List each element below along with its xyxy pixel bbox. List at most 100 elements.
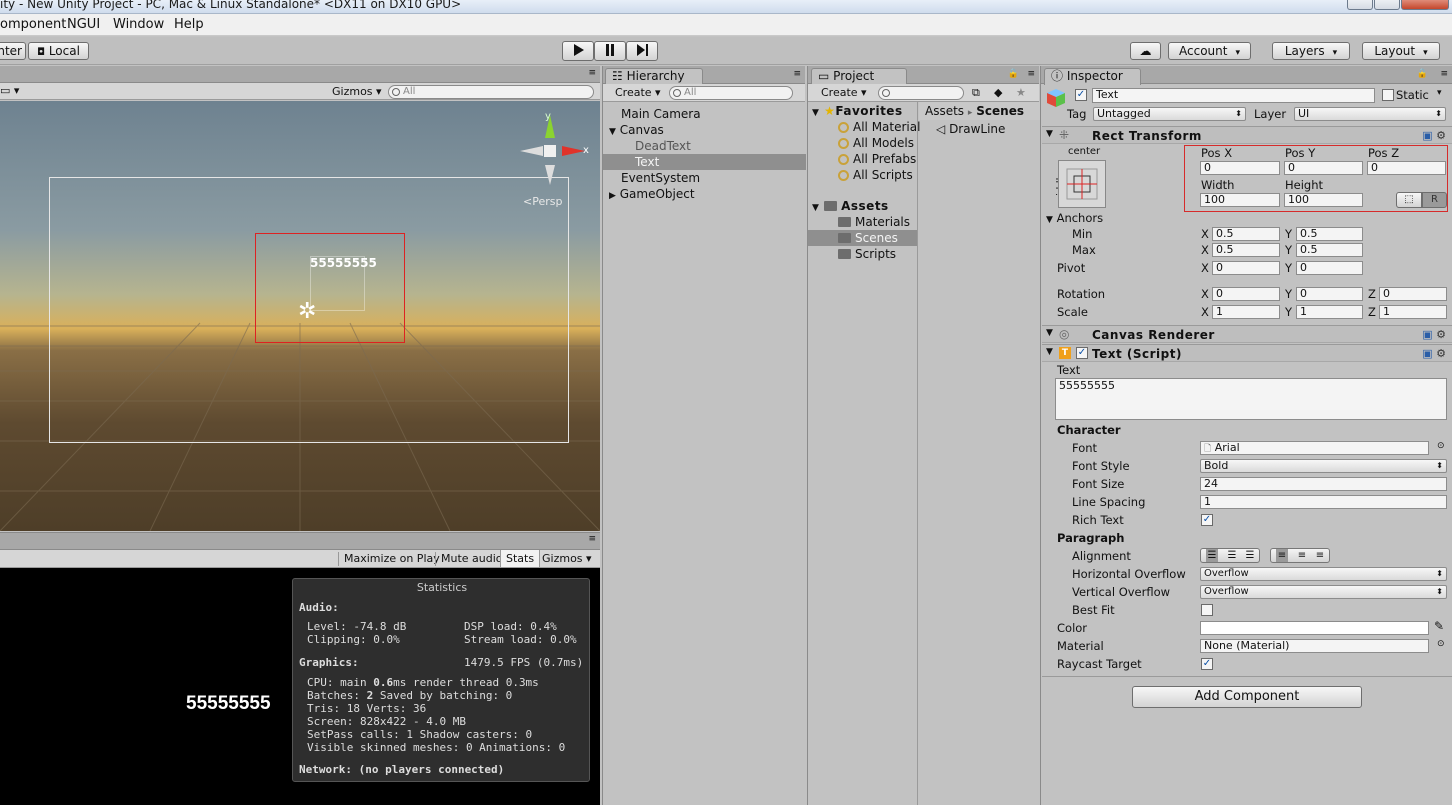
pos-y-input[interactable]: 0	[1284, 161, 1363, 175]
hierarchy-item-text-selected[interactable]: Text	[603, 154, 806, 170]
anchor-max-x-input[interactable]: 0.5	[1212, 243, 1280, 257]
pivot-handle-icon[interactable]: ✲	[298, 299, 316, 324]
component-help-settings-icons[interactable]: ▣ ⚙	[1422, 129, 1446, 142]
font-object-field[interactable]: 🗋 Arial	[1200, 441, 1429, 455]
align-right-icon[interactable]: ☰	[1246, 549, 1255, 562]
help-book-icon[interactable]: ▣	[1422, 129, 1432, 142]
account-dropdown[interactable]: Account	[1168, 42, 1251, 60]
scale-z-input[interactable]: 1	[1379, 305, 1447, 319]
object-picker-icon[interactable]: ⊙	[1437, 639, 1445, 649]
stats-toggle[interactable]: Stats	[500, 550, 541, 567]
scene-viewport[interactable]: 55555555 ✲ y x <Persp	[0, 101, 600, 531]
panel-menu-icon[interactable]: ≡	[588, 534, 596, 544]
favorite-star-icon[interactable]: ★	[1016, 86, 1026, 100]
lock-icon[interactable]: 🔒	[1008, 69, 1019, 79]
persp-label[interactable]: <Persp	[523, 195, 562, 208]
tab-hierarchy[interactable]: ☷ Hierarchy	[605, 68, 703, 85]
font-size-input[interactable]: 24	[1200, 477, 1447, 491]
static-dropdown-arrow[interactable]: ▾	[1437, 88, 1442, 98]
menu-help[interactable]: Help	[174, 17, 204, 32]
font-style-dropdown[interactable]: Bold ⬍	[1200, 459, 1447, 473]
hierarchy-item-eventsystem[interactable]: EventSystem	[603, 170, 806, 186]
align-center-icon[interactable]: ☰	[1228, 549, 1237, 562]
close-button[interactable]	[1401, 0, 1449, 10]
hierarchy-item-main-camera[interactable]: Main Camera	[603, 106, 806, 122]
fav-all-scripts[interactable]: All Scripts	[808, 167, 917, 183]
help-book-icon[interactable]: ▣	[1422, 328, 1432, 341]
layer-dropdown[interactable]: UI ⬍	[1294, 107, 1446, 121]
game-gizmos-dropdown[interactable]: Gizmos ▾	[542, 552, 592, 566]
add-component-button[interactable]: Add Component	[1132, 686, 1362, 708]
fav-all-prefabs[interactable]: All Prefabs	[808, 151, 917, 167]
folder-scripts[interactable]: Scripts	[808, 246, 917, 262]
align-top-icon[interactable]: ≡	[1275, 549, 1289, 562]
project-create-dropdown[interactable]: Create ▾	[821, 86, 867, 100]
expand-arrow-icon[interactable]: ▼	[609, 127, 616, 137]
filter-label-icon[interactable]: ◆	[994, 86, 1002, 100]
panel-menu-icon[interactable]: ≡	[793, 69, 801, 79]
blueprint-mode-button[interactable]: ⬚	[1396, 192, 1422, 208]
fav-all-materials[interactable]: All Material	[808, 119, 920, 135]
gear-icon[interactable]: ⚙	[1436, 129, 1446, 142]
expand-arrow-icon[interactable]: ▼	[812, 108, 819, 118]
text-content-textarea[interactable]: 55555555	[1055, 378, 1447, 420]
material-object-field[interactable]: None (Material)	[1200, 639, 1429, 653]
menu-ngui[interactable]: NGUI	[67, 17, 100, 32]
folder-materials[interactable]: Materials	[808, 214, 917, 230]
anchors-foldout[interactable]: ▼ Anchors	[1046, 211, 1103, 225]
filter-type-icon[interactable]: ⧉	[972, 86, 980, 100]
expand-arrow-icon[interactable]: ▼	[1046, 215, 1053, 225]
tab-inspector[interactable]: ⓘ Inspector	[1044, 68, 1141, 85]
assets-section[interactable]: ▼ Assets	[808, 198, 917, 214]
hierarchy-search-input[interactable]: All	[669, 86, 793, 100]
breadcrumb-assets[interactable]: Assets	[925, 104, 964, 118]
object-picker-icon[interactable]: ⊙	[1437, 441, 1445, 451]
component-help-settings-icons[interactable]: ▣ ⚙	[1422, 347, 1446, 360]
hierarchy-item-deadtext[interactable]: DeadText	[603, 138, 806, 154]
pause-button[interactable]	[594, 41, 626, 61]
canvas-renderer-header[interactable]: ▼ ◎ Canvas Renderer ▣ ⚙	[1042, 325, 1452, 343]
anchor-max-y-input[interactable]: 0.5	[1296, 243, 1363, 257]
gizmos-dropdown[interactable]: Gizmos ▾	[332, 85, 382, 99]
text-script-header[interactable]: ▼ T ✓ Text (Script) ▣ ⚙	[1042, 344, 1452, 362]
panel-menu-icon[interactable]: ≡	[588, 68, 596, 78]
maximize-button[interactable]	[1374, 0, 1400, 10]
horizontal-overflow-dropdown[interactable]: Overflow ⬍	[1200, 567, 1447, 581]
breadcrumb-scenes[interactable]: Scenes	[976, 104, 1024, 118]
raycast-target-checkbox[interactable]: ✓	[1201, 658, 1213, 670]
panel-menu-icon[interactable]: ≡	[1027, 69, 1035, 79]
layers-dropdown[interactable]: Layers	[1272, 42, 1350, 60]
fav-all-models[interactable]: All Models	[808, 135, 917, 151]
lock-icon[interactable]: 🔒	[1417, 69, 1428, 79]
pivot-center-toggle[interactable]: nter	[0, 42, 26, 60]
pos-z-input[interactable]: 0	[1367, 161, 1446, 175]
pos-x-input[interactable]: 0	[1200, 161, 1280, 175]
hierarchy-create-dropdown[interactable]: Create ▾	[615, 86, 661, 100]
minimize-button[interactable]	[1347, 0, 1373, 10]
gear-icon[interactable]: ⚙	[1436, 347, 1446, 360]
best-fit-checkbox[interactable]	[1201, 604, 1213, 616]
hierarchy-item-canvas[interactable]: ▼ Canvas	[603, 122, 806, 138]
eyedropper-icon[interactable]: ✎	[1434, 619, 1444, 633]
pivot-y-input[interactable]: 0	[1296, 261, 1363, 275]
gameobject-name-input[interactable]: Text	[1092, 88, 1375, 103]
play-button[interactable]	[562, 41, 594, 61]
folder-scenes-selected[interactable]: Scenes	[808, 230, 917, 246]
cloud-button[interactable]: ☁	[1130, 42, 1161, 60]
expand-arrow-icon[interactable]: ▼	[812, 203, 819, 213]
local-global-toggle[interactable]: ◘ Local	[28, 42, 89, 60]
rotation-z-input[interactable]: 0	[1379, 287, 1447, 301]
step-button[interactable]	[626, 41, 658, 61]
collapse-arrow-icon[interactable]: ▶	[609, 191, 616, 201]
tab-project[interactable]: ▭ Project	[811, 68, 907, 85]
help-book-icon[interactable]: ▣	[1422, 347, 1432, 360]
expand-arrow-icon[interactable]: ▼	[1046, 347, 1053, 357]
scale-y-input[interactable]: 1	[1296, 305, 1363, 319]
gear-icon[interactable]: ⚙	[1436, 328, 1446, 341]
align-bottom-icon[interactable]: ≡	[1316, 549, 1324, 562]
gameobject-active-checkbox[interactable]: ✓	[1075, 89, 1087, 101]
align-middle-icon[interactable]: ≡	[1298, 549, 1306, 562]
maximize-on-play-toggle[interactable]: Maximize on Play	[338, 552, 440, 566]
rotation-y-input[interactable]: 0	[1296, 287, 1363, 301]
expand-arrow-icon[interactable]: ▼	[1046, 129, 1053, 139]
